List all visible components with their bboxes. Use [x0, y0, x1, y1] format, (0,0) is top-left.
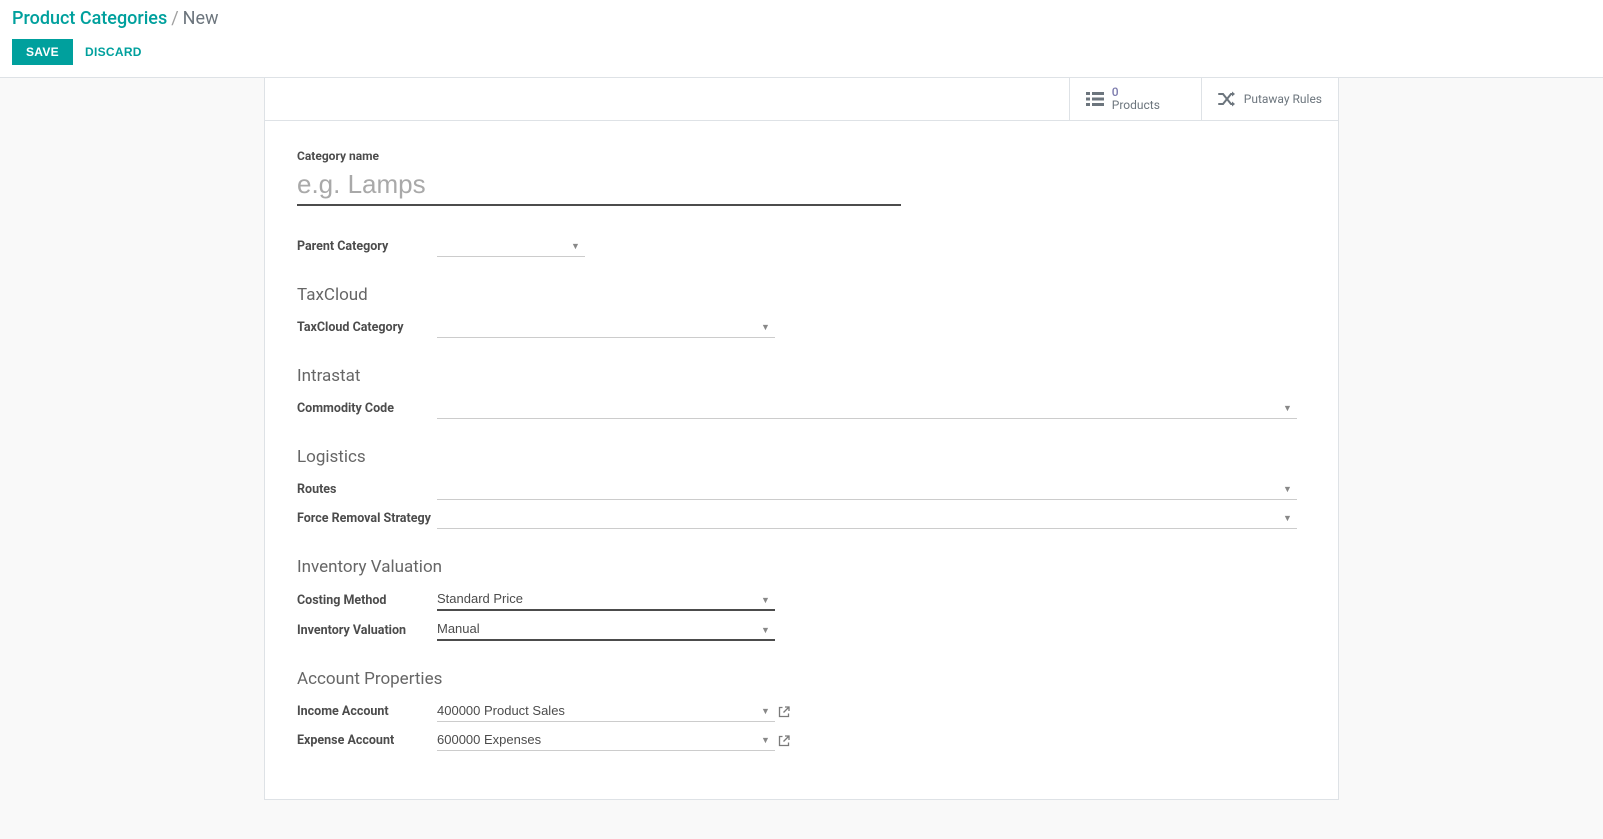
force-removal-dropdown[interactable] — [437, 508, 1297, 529]
parent-category-label: Parent Category — [297, 239, 437, 254]
putaway-rules-stat-button[interactable]: Putaway Rules — [1201, 78, 1338, 120]
shuffle-icon — [1218, 91, 1236, 107]
inventory-valuation-label: Inventory Valuation — [297, 623, 437, 638]
products-label: Products — [1112, 99, 1160, 112]
breadcrumb: Product Categories/New — [12, 8, 1591, 29]
putaway-rules-label: Putaway Rules — [1244, 92, 1322, 106]
discard-button[interactable]: DISCARD — [85, 45, 142, 59]
stat-button-box: 0 Products Putaway Rules — [265, 78, 1338, 121]
taxcloud-category-label: TaxCloud Category — [297, 320, 437, 335]
costing-method-dropdown[interactable] — [437, 589, 775, 611]
save-button[interactable]: SAVE — [12, 39, 73, 65]
section-logistics-title: Logistics — [297, 447, 1306, 467]
costing-method-label: Costing Method — [297, 593, 437, 608]
routes-label: Routes — [297, 482, 437, 497]
income-account-dropdown[interactable] — [437, 701, 775, 722]
routes-dropdown[interactable] — [437, 479, 1297, 500]
section-inventory-valuation-title: Inventory Valuation — [297, 557, 1306, 577]
inventory-valuation-dropdown[interactable] — [437, 619, 775, 641]
list-icon — [1086, 92, 1104, 106]
section-intrastat-title: Intrastat — [297, 366, 1306, 386]
external-link-icon — [778, 706, 790, 718]
external-link-icon — [778, 735, 790, 747]
expense-account-label: Expense Account — [297, 733, 437, 748]
breadcrumb-current: New — [183, 8, 219, 29]
force-removal-label: Force Removal Strategy — [297, 511, 437, 526]
income-account-external-link[interactable] — [778, 706, 790, 718]
expense-account-dropdown[interactable] — [437, 730, 775, 751]
section-taxcloud-title: TaxCloud — [297, 285, 1306, 305]
section-account-properties-title: Account Properties — [297, 669, 1306, 689]
commodity-code-label: Commodity Code — [297, 401, 437, 416]
breadcrumb-parent-link[interactable]: Product Categories — [12, 8, 167, 29]
parent-category-dropdown[interactable] — [437, 236, 585, 257]
commodity-code-dropdown[interactable] — [437, 398, 1297, 419]
products-stat-button[interactable]: 0 Products — [1069, 78, 1201, 120]
category-name-input[interactable] — [297, 167, 901, 206]
income-account-label: Income Account — [297, 704, 437, 719]
category-name-label: Category name — [297, 149, 1306, 163]
expense-account-external-link[interactable] — [778, 735, 790, 747]
taxcloud-category-dropdown[interactable] — [437, 317, 775, 338]
breadcrumb-separator: / — [171, 8, 178, 29]
